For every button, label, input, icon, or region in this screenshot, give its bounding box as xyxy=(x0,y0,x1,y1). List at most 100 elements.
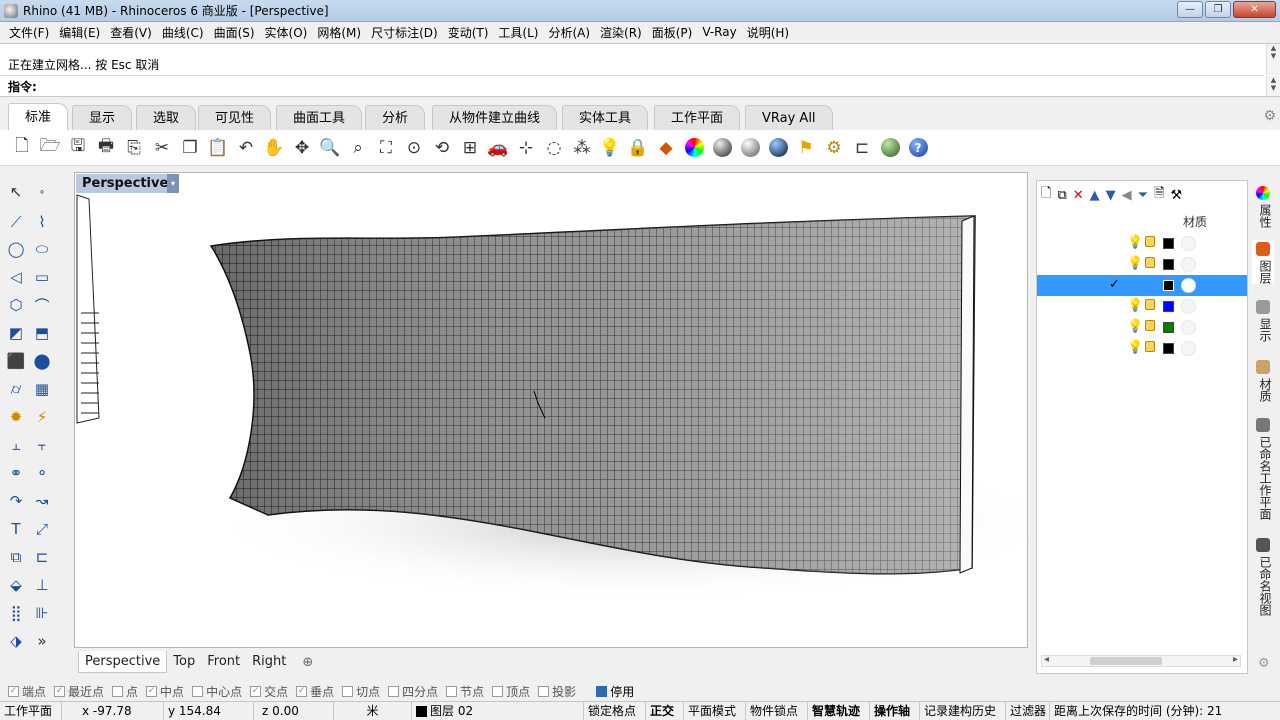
command-history-scrollbar[interactable]: ▲ ▼ xyxy=(1266,44,1280,75)
osnap-tan[interactable]: 切点 xyxy=(342,683,380,700)
surface-corner-icon[interactable]: ◩ xyxy=(4,321,28,345)
four-view-icon[interactable]: ⊞ xyxy=(456,134,484,162)
color-wheel-icon[interactable] xyxy=(680,134,708,162)
checkbox[interactable]: ✓ xyxy=(250,685,262,697)
circle-tool-icon[interactable]: ◯ xyxy=(4,237,28,261)
car-icon[interactable]: 🚗 xyxy=(484,134,512,162)
layer-row[interactable]: 💡 xyxy=(1037,254,1247,275)
save-icon[interactable]: 🖫 xyxy=(64,134,92,162)
status-grid-snap[interactable]: 锁定格点 xyxy=(584,702,646,720)
scroll-left-icon[interactable]: ◂ xyxy=(1044,654,1049,665)
menu-file[interactable]: 文件(F) xyxy=(4,24,54,41)
viewport-tab-right[interactable]: Right xyxy=(246,651,292,673)
panel-settings-gear-icon[interactable]: ⚙ xyxy=(1258,656,1270,671)
checkbox[interactable]: ✓ xyxy=(8,685,19,697)
menu-solid[interactable]: 实体(O) xyxy=(260,24,313,41)
menu-panels[interactable]: 面板(P) xyxy=(647,24,698,41)
open-file-icon[interactable]: 🗁 xyxy=(36,134,64,162)
osnap-disable[interactable]: 停用 xyxy=(596,683,634,700)
osnap-int[interactable]: ✓ 交点 xyxy=(250,683,288,700)
osnap-center[interactable]: 中心点 xyxy=(192,683,242,700)
ungroup-icon[interactable]: ⚬ xyxy=(30,461,54,485)
grid-icon[interactable]: ⊹ xyxy=(512,134,540,162)
status-filter[interactable]: 过滤器 xyxy=(1006,702,1050,720)
analysis-icon[interactable]: ⬗ xyxy=(4,629,28,653)
menu-dimension[interactable]: 尺寸标注(D) xyxy=(366,24,443,41)
layer-lock-icon[interactable] xyxy=(1145,320,1155,331)
side-tab-named-cplanes[interactable]: 已命名工作平面 xyxy=(1252,416,1274,520)
align-icon[interactable]: ⊪ xyxy=(30,601,54,625)
menu-vray[interactable]: V-Ray xyxy=(697,25,741,39)
menu-surface[interactable]: 曲面(S) xyxy=(209,24,260,41)
tab-curve-from-objects[interactable]: 从物件建立曲线 xyxy=(432,105,558,130)
move-icon[interactable]: ✥ xyxy=(288,134,316,162)
move-layer-up-icon[interactable]: ▲ xyxy=(1090,188,1100,203)
curve-cv-icon[interactable]: ⌇ xyxy=(30,210,54,234)
checkbox[interactable] xyxy=(192,685,204,697)
viewport-tab-perspective[interactable]: Perspective xyxy=(78,651,168,673)
rotate-view-icon[interactable]: ⟲ xyxy=(428,134,456,162)
menu-analyze[interactable]: 分析(A) xyxy=(543,24,595,41)
menu-edit[interactable]: 编辑(E) xyxy=(54,24,105,41)
status-ortho[interactable]: 正交 xyxy=(646,702,684,720)
layer-row[interactable]: 💡 xyxy=(1037,338,1247,359)
scrollbar-thumb[interactable] xyxy=(1090,657,1162,665)
side-tab-display[interactable]: 显示 xyxy=(1252,298,1274,342)
points-icon[interactable]: ⁂ xyxy=(568,134,596,162)
command-input[interactable] xyxy=(38,78,1258,94)
select-pointer-icon[interactable]: ↖ xyxy=(4,180,28,204)
ruler-icon[interactable]: ⊥ xyxy=(30,573,54,597)
bulb-icon[interactable]: 💡 xyxy=(596,134,624,162)
layer-material-icon[interactable] xyxy=(1181,320,1196,335)
lock-icon[interactable]: 🔒 xyxy=(624,134,652,162)
layer-lock-icon[interactable] xyxy=(1145,257,1155,268)
layer-color-swatch[interactable] xyxy=(1163,280,1174,291)
osnap-knot[interactable]: 节点 xyxy=(446,683,484,700)
viewport-menu-chevron-down-icon[interactable]: ▾ xyxy=(167,174,179,193)
checkbox[interactable] xyxy=(492,685,504,697)
osnap-mid[interactable]: ✓ 中点 xyxy=(146,683,184,700)
tab-cplanes[interactable]: 工作平面 xyxy=(654,105,741,130)
layer-settings-icon[interactable]: ⚒ xyxy=(1171,188,1183,203)
menu-render[interactable]: 渲染(R) xyxy=(595,24,647,41)
checkbox[interactable] xyxy=(388,685,400,697)
more-tools-icon[interactable]: » xyxy=(30,629,54,653)
zoom-window-icon[interactable]: ⌕ xyxy=(344,134,372,162)
layer-row-current[interactable]: ✓ xyxy=(1037,275,1247,296)
print-icon[interactable]: 🖶 xyxy=(92,134,120,162)
layer-row[interactable]: 💡 xyxy=(1037,233,1247,254)
array-icon[interactable]: ⧉ xyxy=(4,545,28,569)
zoom-selected-icon[interactable]: ⊙ xyxy=(400,134,428,162)
cut-icon[interactable]: ✂ xyxy=(148,134,176,162)
render-icon[interactable]: ⚑ xyxy=(792,134,820,162)
status-layer[interactable]: 图层 02 xyxy=(412,702,584,720)
tab-standard[interactable]: 标准 xyxy=(8,103,69,131)
tab-select[interactable]: 选取 xyxy=(136,105,197,130)
status-planar[interactable]: 平面模式 xyxy=(684,702,746,720)
render-tool-icon[interactable]: ⚡ xyxy=(30,405,54,429)
layer-row[interactable]: 💡 xyxy=(1037,296,1247,317)
menu-tools[interactable]: 工具(L) xyxy=(493,24,543,41)
viewport-tab-front[interactable]: Front xyxy=(201,651,246,673)
new-layer-icon[interactable]: 🗋 xyxy=(1041,184,1051,206)
layers-horizontal-scrollbar[interactable]: ◂ ▸ xyxy=(1041,654,1241,667)
extrude-curve-icon[interactable]: ⬒ xyxy=(30,321,54,345)
menu-mesh[interactable]: 网格(M) xyxy=(312,24,366,41)
blue-sphere-icon[interactable] xyxy=(764,134,792,162)
layer-material-icon[interactable] xyxy=(1181,257,1196,272)
layer-lock-icon[interactable] xyxy=(1145,341,1155,352)
collapse-icon[interactable]: ◀ xyxy=(1122,188,1132,203)
fillet-curve-icon[interactable]: ⌒ xyxy=(30,293,54,317)
perspective-viewport[interactable]: Perspective ▾ xyxy=(74,172,1028,648)
boolean-union-icon[interactable]: ⬤ xyxy=(30,349,54,373)
osnap-near[interactable]: ✓ 最近点 xyxy=(54,683,104,700)
checkbox[interactable] xyxy=(342,685,354,697)
menu-transform[interactable]: 变动(T) xyxy=(443,24,494,41)
layer-material-icon[interactable] xyxy=(1181,341,1196,356)
box-edit-icon[interactable]: ⬙ xyxy=(4,573,28,597)
status-cplane[interactable]: 工作平面 xyxy=(0,702,62,720)
new-file-icon[interactable]: 🗋 xyxy=(8,134,36,162)
add-viewport-plus-icon[interactable]: ⊕ xyxy=(302,655,313,670)
tab-display[interactable]: 显示 xyxy=(72,105,133,130)
checkbox[interactable]: ✓ xyxy=(54,685,66,697)
